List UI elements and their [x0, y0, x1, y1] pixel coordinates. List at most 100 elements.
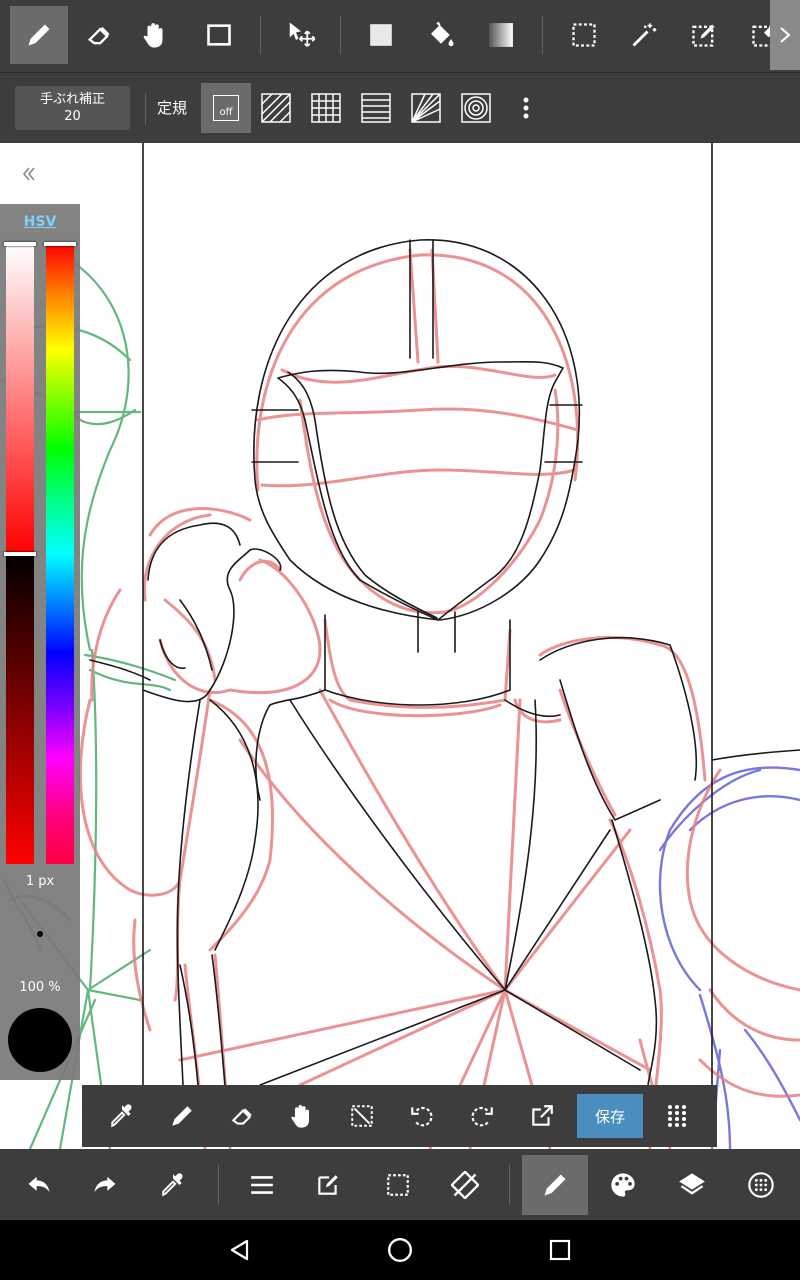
toolbar-grid-button[interactable]	[652, 1091, 702, 1141]
eraser-icon	[87, 26, 110, 45]
double-chevron-left-icon	[22, 167, 35, 181]
transform-button[interactable]	[435, 1155, 495, 1215]
value-handle[interactable]	[4, 552, 36, 556]
radial-icon	[411, 93, 441, 123]
magic-wand-tool-button[interactable]	[615, 6, 673, 64]
toolbar-separator	[509, 1165, 510, 1205]
pen-icon	[28, 24, 50, 46]
recents-icon	[549, 1239, 571, 1261]
toolbar-separator	[218, 1165, 219, 1205]
pen-icon	[172, 1106, 192, 1126]
rectangle-icon	[207, 24, 231, 46]
hand-icon	[143, 23, 163, 48]
back-button[interactable]	[210, 1225, 270, 1275]
ruler-radial-button[interactable]	[401, 83, 451, 133]
sub-toolbar: 手ぶれ補正 20 定規 off	[0, 72, 800, 143]
toolbar-separator	[340, 16, 341, 54]
saturation-value-slider[interactable]	[4, 242, 36, 864]
move-icon	[289, 22, 316, 47]
grid-icon	[311, 93, 341, 123]
toolbar-separator	[260, 16, 261, 54]
redo-icon	[94, 1176, 116, 1192]
hsv-tab[interactable]: HSV	[0, 214, 80, 230]
export-button[interactable]	[517, 1091, 567, 1141]
home-icon	[387, 1237, 413, 1263]
hue-handle[interactable]	[44, 242, 76, 246]
vertical-ellipsis-icon	[523, 97, 529, 119]
redo-button[interactable]	[75, 1155, 135, 1215]
collapse-panel-button[interactable]	[14, 159, 44, 189]
hue-slider[interactable]	[44, 242, 76, 864]
palette-button[interactable]	[593, 1155, 653, 1215]
select-tool-button[interactable]	[555, 6, 613, 64]
edit-icon	[318, 1175, 338, 1195]
toolbar-scroll-button[interactable]	[770, 0, 800, 70]
eraser-tool-button[interactable]	[70, 6, 128, 64]
ruler-parallel-button[interactable]	[251, 83, 301, 133]
home-button[interactable]	[370, 1225, 430, 1275]
hand-tool-button[interactable]	[126, 6, 184, 64]
brush-icon	[544, 1174, 566, 1196]
ruler-label: 定規	[157, 99, 188, 117]
save-button[interactable]: 保存	[577, 1094, 643, 1138]
off-icon: off	[213, 95, 239, 121]
ruler-off-button[interactable]: off	[201, 83, 251, 133]
drawing-canvas[interactable]: HSV 1 px 100 %	[0, 143, 800, 1149]
back-icon	[230, 1239, 249, 1261]
top-toolbar	[0, 0, 800, 72]
stabilizer-button[interactable]: 手ぶれ補正 20	[15, 86, 130, 130]
eyedropper-button[interactable]	[143, 1155, 203, 1215]
pen-tool-button[interactable]	[10, 6, 68, 64]
paint-bucket-icon	[431, 21, 454, 47]
brush-size-label: 1 px	[25, 874, 55, 889]
fill-rect-tool-button[interactable]	[352, 6, 410, 64]
toolbar-separator	[542, 16, 543, 54]
ruler-horizontal-button[interactable]	[351, 83, 401, 133]
select-pen-tool-button[interactable]	[675, 6, 733, 64]
value-gradient	[6, 554, 34, 864]
recents-button[interactable]	[530, 1225, 590, 1275]
brush-size-preview	[37, 931, 43, 937]
settings-icon	[748, 1172, 774, 1198]
concentric-icon	[461, 93, 491, 123]
floating-toolbar: 保存	[82, 1085, 717, 1147]
layers-icon	[679, 1173, 705, 1195]
ruler-concentric-button[interactable]	[451, 83, 501, 133]
magic-wand-icon	[632, 23, 657, 47]
edit-button[interactable]	[298, 1155, 358, 1215]
brush-button[interactable]	[522, 1155, 588, 1215]
ruler-grid-button[interactable]	[301, 83, 351, 133]
eyedropper-button[interactable]	[97, 1091, 147, 1141]
menu-button[interactable]	[232, 1155, 292, 1215]
ruler-more-button[interactable]	[501, 83, 551, 133]
undo-button[interactable]	[9, 1155, 69, 1215]
clear-selection-icon	[351, 1105, 373, 1127]
toolbar-separator	[145, 93, 146, 125]
parallel-lines-icon	[261, 93, 291, 123]
gradient-tool-button[interactable]	[472, 6, 530, 64]
rotate-right-button[interactable]	[457, 1091, 507, 1141]
layers-button[interactable]	[662, 1155, 722, 1215]
eyedropper-icon	[162, 1173, 183, 1197]
clear-selection-button[interactable]	[337, 1091, 387, 1141]
bucket-tool-button[interactable]	[412, 6, 470, 64]
palette-icon	[611, 1173, 635, 1197]
dots-grid-icon	[668, 1105, 686, 1127]
opacity-label: 100 %	[19, 980, 61, 995]
eyedropper-icon	[111, 1104, 132, 1128]
selection-button[interactable]	[368, 1155, 428, 1215]
pen-button[interactable]	[157, 1091, 207, 1141]
settings-button[interactable]	[731, 1155, 791, 1215]
system-nav-bar	[0, 1220, 800, 1280]
move-tool-button[interactable]	[272, 6, 330, 64]
rotate-left-button[interactable]	[397, 1091, 447, 1141]
eraser-button[interactable]	[217, 1091, 267, 1141]
saturation-handle[interactable]	[4, 242, 36, 246]
export-icon	[532, 1105, 553, 1126]
current-color-swatch[interactable]	[8, 1008, 72, 1072]
hand-icon	[291, 1104, 309, 1128]
stabilizer-label: 手ぶれ補正	[39, 92, 105, 107]
hand-button[interactable]	[277, 1091, 327, 1141]
select-pen-icon	[692, 24, 715, 47]
shape-tool-button[interactable]	[190, 6, 248, 64]
